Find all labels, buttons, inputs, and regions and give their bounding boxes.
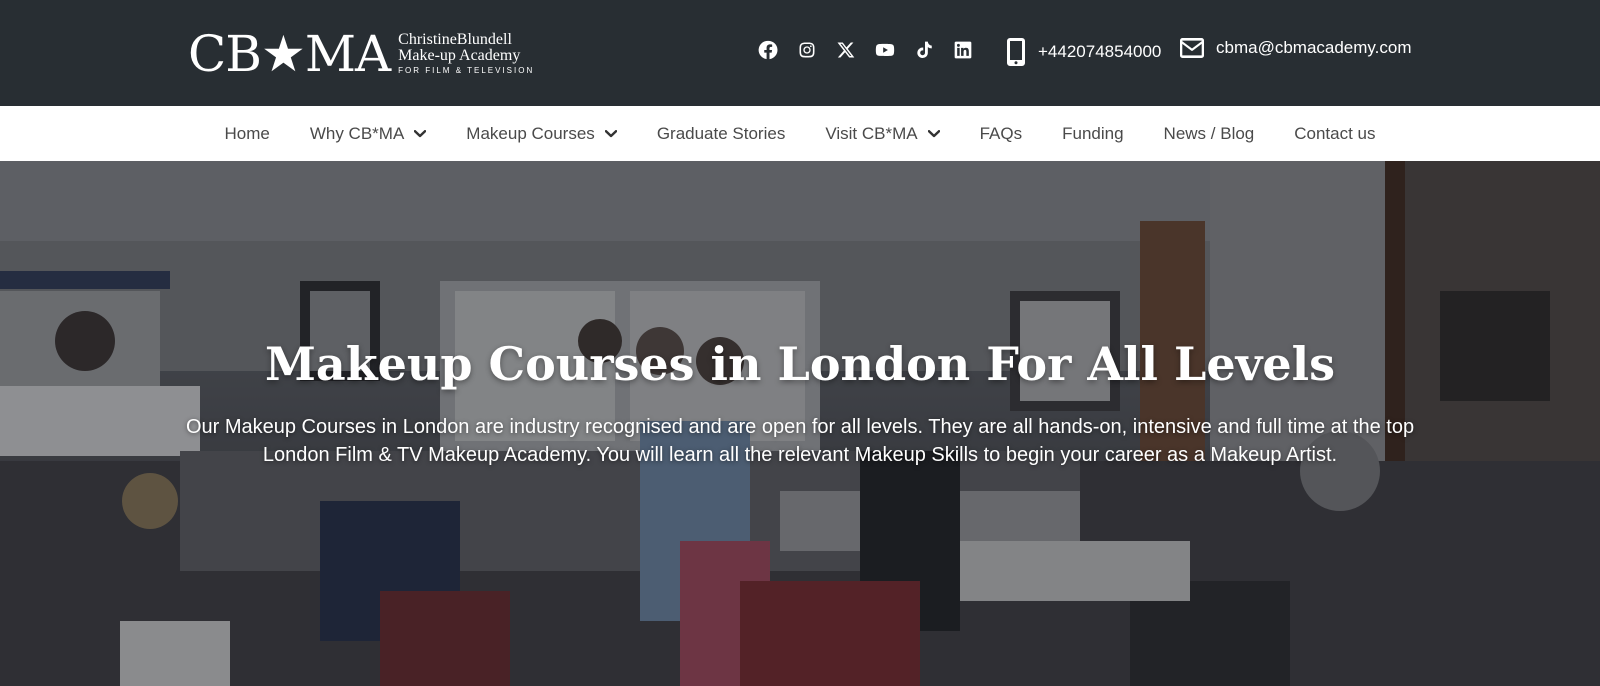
top-header: CB★MA ChristineBlundell Make-up Academy … <box>0 0 1600 106</box>
chevron-down-icon <box>604 129 617 137</box>
nav-label: Makeup Courses <box>466 123 595 143</box>
x-twitter-icon[interactable] <box>836 40 856 60</box>
nav-item-funding[interactable]: Funding <box>1042 106 1143 161</box>
envelope-icon <box>1180 38 1204 58</box>
nav-label: FAQs <box>979 123 1023 143</box>
nav-item-home[interactable]: Home <box>204 106 289 161</box>
chevron-down-icon <box>414 129 427 137</box>
nav-item-faqs[interactable]: FAQs <box>960 106 1043 161</box>
nav-item-visit-cbma[interactable]: Visit CB*MA <box>805 106 959 161</box>
nav-item-news-blog[interactable]: News / Blog <box>1144 106 1275 161</box>
linkedin-icon[interactable] <box>953 40 973 60</box>
logo-line-3: FOR FILM & TELEVISION <box>398 65 535 75</box>
email-address: cbma@cbmacademy.com <box>1216 38 1412 57</box>
nav-item-graduate-stories[interactable]: Graduate Stories <box>637 106 806 161</box>
hero-subtitle: Our Makeup Courses in London are industr… <box>185 416 1415 466</box>
main-navigation: Home Why CB*MA Makeup Courses Graduate S… <box>0 106 1600 161</box>
chevron-down-icon <box>927 129 940 137</box>
nav-label: News / Blog <box>1163 123 1255 143</box>
nav-item-makeup-courses[interactable]: Makeup Courses <box>446 106 637 161</box>
mobile-phone-icon <box>1007 38 1025 66</box>
cbma-logo[interactable]: CB★MA ChristineBlundell Make-up Academy … <box>188 28 534 80</box>
nav-label: Contact us <box>1294 123 1376 143</box>
social-links <box>758 40 973 60</box>
nav-label: Why CB*MA <box>309 123 405 143</box>
nav-item-contact-us[interactable]: Contact us <box>1274 106 1395 161</box>
facebook-icon[interactable] <box>758 40 778 60</box>
phone-link[interactable]: +442074854000 <box>1006 38 1161 66</box>
nav-label: Visit CB*MA <box>825 123 918 143</box>
tiktok-icon[interactable] <box>914 40 934 60</box>
email-link[interactable]: cbma@cbmacademy.com <box>1180 38 1412 58</box>
logo-line-2: Make-up Academy <box>398 46 521 64</box>
nav-label: Graduate Stories <box>656 123 786 143</box>
nav-item-why-cbma[interactable]: Why CB*MA <box>290 106 446 161</box>
nav-label: Home <box>224 123 270 143</box>
nav-label: Funding <box>1062 123 1124 143</box>
logo-mark: CB★MA <box>188 25 391 83</box>
youtube-icon[interactable] <box>875 40 895 60</box>
instagram-icon[interactable] <box>797 40 817 60</box>
phone-number: +442074854000 <box>1038 42 1162 61</box>
hero-banner: Makeup Courses in London For All Levels … <box>0 161 1600 686</box>
logo-text: ChristineBlundell Make-up Academy FOR FI… <box>398 30 535 77</box>
hero-title: Makeup Courses in London For All Levels <box>265 337 1335 391</box>
logo-line-1: ChristineBlundell <box>398 30 512 48</box>
